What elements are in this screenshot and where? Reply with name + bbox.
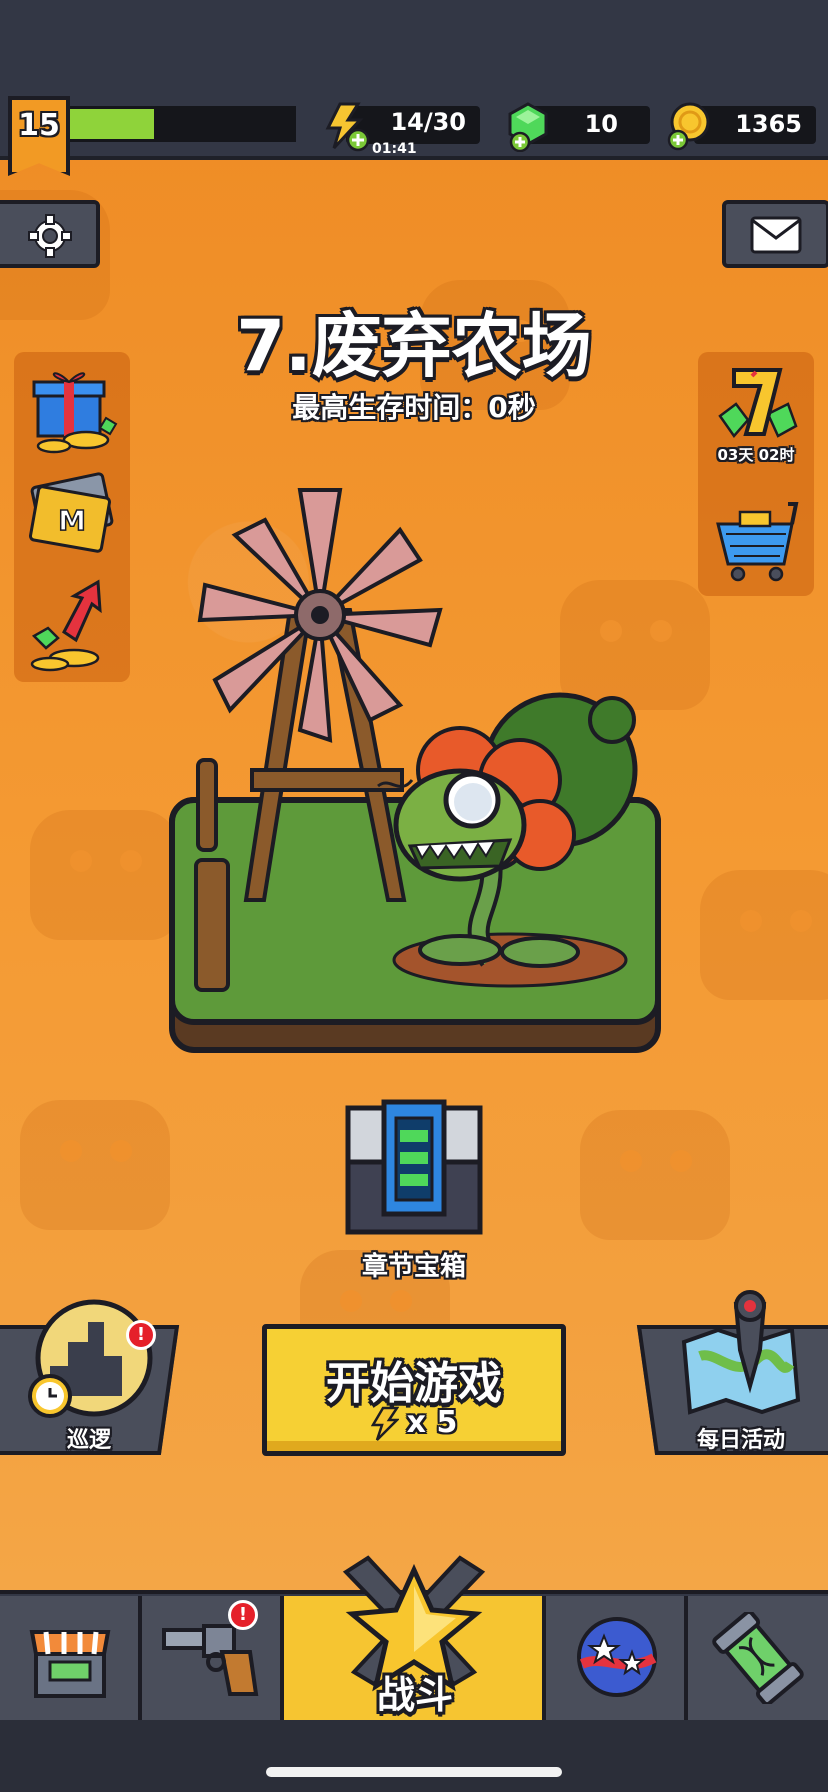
event-timer: 03天 02时 <box>717 446 795 464</box>
stage-subtitle: 最高生存时间：0秒 <box>292 391 536 424</box>
svg-text:M: M <box>58 504 86 537</box>
nav-shop[interactable] <box>0 1596 142 1720</box>
start-cost-value: x 5 <box>406 1405 458 1440</box>
ghost-pattern <box>20 1100 170 1230</box>
level-number: 15 <box>18 108 60 143</box>
chapter-chest-label: 章节宝箱 <box>361 1252 466 1282</box>
start-cost: x 5 <box>267 1405 561 1442</box>
patrol-icon <box>28 1299 153 1418</box>
patrol-notification-badge: ! <box>126 1320 156 1350</box>
gear-icon <box>28 214 72 258</box>
gem-icon <box>508 102 548 152</box>
shop-icon <box>29 1630 111 1698</box>
home-indicator[interactable] <box>266 1767 562 1777</box>
ghost-pattern <box>700 870 828 1000</box>
nav-battle-label: 战斗 <box>376 1673 453 1717</box>
ghost-pattern <box>580 1110 730 1240</box>
settings-button[interactable] <box>0 200 100 268</box>
xp-bar <box>66 106 296 142</box>
nav-evolution[interactable] <box>688 1596 828 1720</box>
patrol-label: 巡逻 <box>66 1428 111 1453</box>
home-bar-area <box>0 1720 828 1792</box>
energy-timer: 01:41 <box>372 141 417 157</box>
daily-event-label: 每日活动 <box>696 1428 785 1453</box>
start-game-label: 开始游戏 <box>326 1358 502 1409</box>
xp-fill <box>69 109 155 139</box>
talent-orb-icon <box>577 1617 657 1697</box>
nav-talents[interactable] <box>546 1596 688 1720</box>
dna-capsule-icon <box>712 1612 804 1704</box>
shop-cart-icon[interactable] <box>708 494 804 590</box>
growth-fund-icon[interactable] <box>24 578 120 674</box>
coin-value: 1365 <box>735 110 802 138</box>
ghost-pattern <box>30 810 180 940</box>
status-bar <box>0 0 828 88</box>
chapter-chest-icon[interactable] <box>344 1098 484 1236</box>
lightning-icon <box>370 1406 400 1441</box>
stage-illustration[interactable] <box>160 480 670 1060</box>
energy-value: 14/30 <box>390 108 466 136</box>
mail-icon <box>750 216 802 254</box>
mail-button[interactable] <box>722 200 828 268</box>
gem-value: 10 <box>584 110 618 138</box>
lightning-icon <box>325 102 370 152</box>
stage-title: 7.废弃农场 <box>236 305 592 387</box>
weapons-notification-badge: ! <box>228 1600 258 1630</box>
map-icon <box>681 1290 801 1415</box>
nav-weapons[interactable] <box>142 1596 284 1720</box>
monthly-card-icon[interactable]: M <box>24 466 120 562</box>
coin-icon <box>667 102 710 151</box>
start-game-button[interactable]: 开始游戏 x 5 <box>262 1324 566 1456</box>
